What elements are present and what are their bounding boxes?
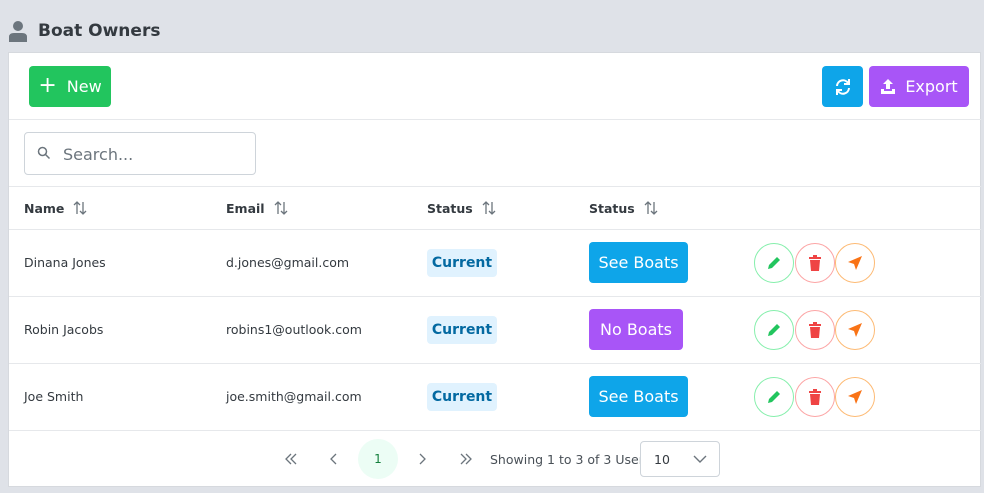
pencil-icon (768, 391, 780, 403)
column-label: Email (226, 200, 265, 216)
send-button[interactable] (835, 243, 875, 283)
export-button-label: Export (905, 77, 958, 96)
send-button[interactable] (835, 377, 875, 417)
paper-plane-icon (848, 390, 862, 404)
no-boats-button[interactable]: No Boats (589, 309, 683, 350)
table-header: Name Email Status Status (9, 186, 981, 230)
double-chevron-left-icon (285, 453, 297, 465)
table-row: Dinana Jones d.jones@gmail.com Current S… (9, 230, 981, 297)
last-page-button[interactable] (446, 439, 486, 479)
edit-button[interactable] (754, 243, 794, 283)
search-field[interactable] (24, 132, 256, 175)
status-badge: Current (427, 316, 497, 344)
owners-card: + New Export Name (8, 52, 981, 487)
table-row: Joe Smith joe.smith@gmail.com Current Se… (9, 364, 981, 431)
rows-per-page-dropdown[interactable]: 10 (640, 441, 720, 477)
sort-icon (274, 201, 288, 215)
delete-button[interactable] (795, 310, 835, 350)
edit-button[interactable] (754, 310, 794, 350)
export-button[interactable]: Export (869, 66, 969, 107)
column-label: Status (427, 200, 473, 216)
send-button[interactable] (835, 310, 875, 350)
refresh-button[interactable] (822, 66, 863, 107)
next-page-button[interactable] (402, 439, 442, 479)
page-button-current[interactable]: 1 (358, 439, 398, 479)
prev-page-button[interactable] (314, 439, 354, 479)
pencil-icon (768, 324, 780, 336)
column-header-email[interactable]: Email (226, 200, 289, 216)
sort-icon (73, 201, 87, 215)
plus-icon: + (38, 72, 57, 98)
double-chevron-right-icon (460, 453, 472, 465)
new-button[interactable]: + New (29, 66, 111, 107)
trash-icon (809, 389, 821, 405)
sort-icon (482, 201, 496, 215)
first-page-button[interactable] (271, 439, 311, 479)
new-button-label: New (66, 77, 102, 96)
page-header: Boat Owners (9, 19, 160, 43)
chevron-left-icon (330, 453, 337, 465)
delete-button[interactable] (795, 243, 835, 283)
see-boats-button[interactable]: See Boats (589, 376, 688, 417)
pencil-icon (768, 257, 780, 269)
sort-icon (644, 201, 658, 215)
paper-plane-icon (848, 256, 862, 270)
page-report: Showing 1 to 3 of 3 Users (490, 452, 651, 467)
toolbar: + New Export (9, 53, 981, 120)
rows-per-page-value: 10 (654, 452, 670, 467)
page-title: Boat Owners (38, 21, 161, 41)
refresh-icon (835, 78, 850, 95)
column-header-status[interactable]: Status (427, 200, 497, 216)
column-label: Name (24, 200, 65, 216)
table-row: Robin Jacobs robins1@outlook.com Current… (9, 297, 981, 364)
chevron-down-icon (693, 455, 707, 463)
chevron-right-icon (419, 453, 426, 465)
column-header-boats-status[interactable]: Status (589, 200, 659, 216)
column-label: Status (589, 200, 635, 216)
owner-email: robins1@outlook.com (226, 322, 362, 337)
paginator: 1 Showing 1 to 3 of 3 Users 10 (9, 431, 981, 487)
search-input[interactable] (63, 139, 248, 169)
trash-icon (809, 322, 821, 338)
edit-button[interactable] (754, 377, 794, 417)
owner-name: Dinana Jones (24, 255, 106, 270)
owner-email: joe.smith@gmail.com (226, 389, 362, 404)
search-icon (37, 146, 51, 160)
upload-icon (881, 79, 896, 94)
owner-email: d.jones@gmail.com (226, 255, 350, 270)
delete-button[interactable] (795, 377, 835, 417)
trash-icon (809, 255, 821, 271)
status-badge: Current (427, 383, 497, 411)
see-boats-button[interactable]: See Boats (589, 242, 688, 283)
column-header-name[interactable]: Name (24, 200, 88, 216)
owner-name: Joe Smith (24, 389, 84, 404)
paper-plane-icon (848, 323, 862, 337)
owner-name: Robin Jacobs (24, 322, 104, 337)
user-icon (9, 21, 27, 42)
status-badge: Current (427, 249, 497, 277)
